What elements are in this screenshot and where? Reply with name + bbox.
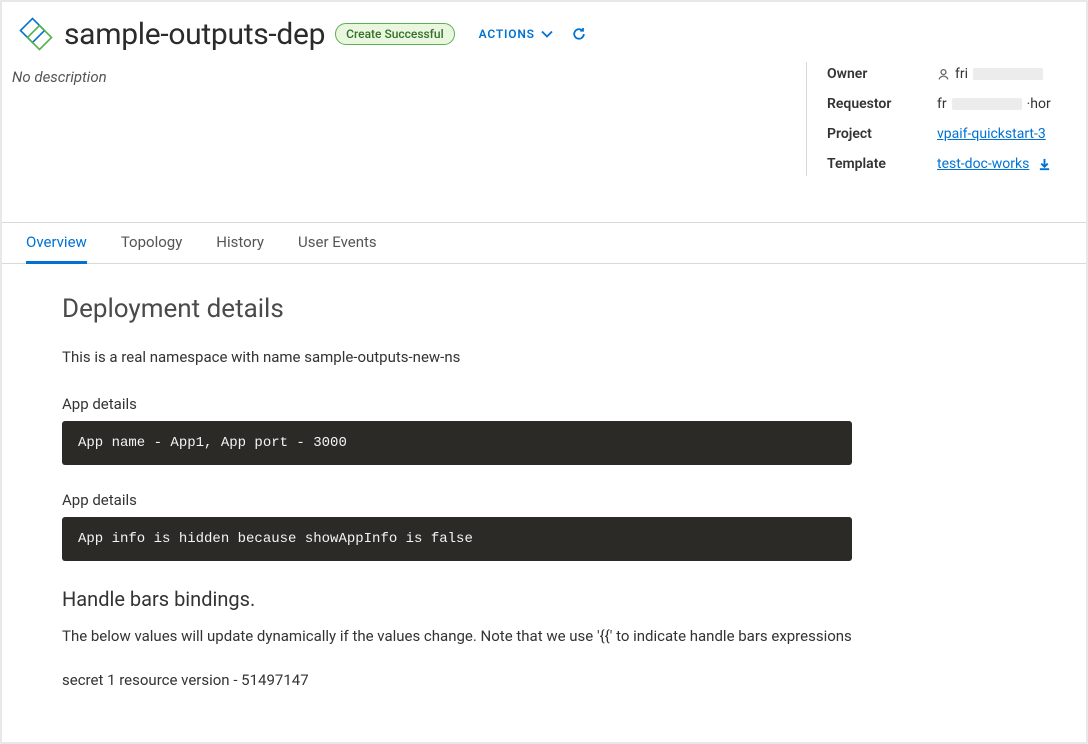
refresh-icon[interactable] (571, 26, 587, 42)
project-link[interactable]: vpaif-quickstart-3 (937, 126, 1046, 142)
page-header: sample-outputs-dep Create Successful ACT… (2, 2, 1086, 58)
requestor-label: Requestor (827, 96, 937, 112)
owner-label: Owner (827, 66, 937, 82)
chevron-down-icon (541, 28, 553, 40)
tab-content: Deployment details This is a real namesp… (2, 264, 1086, 726)
namespace-text: This is a real namespace with name sampl… (62, 346, 1026, 369)
meta-row: No description Owner fri Requestor fr·ho… (2, 58, 1086, 176)
tab-overview[interactable]: Overview (26, 223, 87, 264)
template-label: Template (827, 156, 937, 172)
status-badge: Create Successful (335, 23, 454, 45)
person-icon (937, 68, 950, 81)
owner-value: fri (937, 66, 1086, 82)
tab-bar: Overview Topology History User Events (2, 222, 1086, 264)
app-details-label-1: App details (62, 395, 1026, 413)
description-placeholder: No description (12, 68, 107, 176)
tab-user-events[interactable]: User Events (298, 223, 377, 264)
project-label: Project (827, 126, 937, 142)
details-heading: Deployment details (62, 294, 1026, 324)
bindings-text: The below values will update dynamically… (62, 625, 1026, 648)
secret-text: secret 1 resource version - 51497147 (62, 669, 1026, 692)
actions-label: ACTIONS (479, 27, 535, 41)
deployment-logo-icon (18, 16, 54, 52)
code-block-app-info: App info is hidden because showAppInfo i… (62, 517, 852, 561)
actions-dropdown[interactable]: ACTIONS (479, 27, 553, 41)
tab-topology[interactable]: Topology (121, 223, 182, 264)
code-block-app-name: App name - App1, App port - 3000 (62, 421, 852, 465)
bindings-heading: Handle bars bindings. (62, 587, 1026, 611)
app-details-label-2: App details (62, 491, 1026, 509)
project-value: vpaif-quickstart-3 (937, 126, 1086, 142)
download-icon[interactable] (1038, 158, 1051, 171)
info-panel: Owner fri Requestor fr·hor Project vpaif… (806, 62, 1086, 176)
requestor-value: fr·hor (937, 96, 1086, 112)
tab-history[interactable]: History (216, 223, 264, 264)
page-title: sample-outputs-dep (64, 17, 325, 52)
template-link[interactable]: test-doc-works (937, 156, 1029, 172)
template-value: test-doc-works (937, 156, 1086, 172)
